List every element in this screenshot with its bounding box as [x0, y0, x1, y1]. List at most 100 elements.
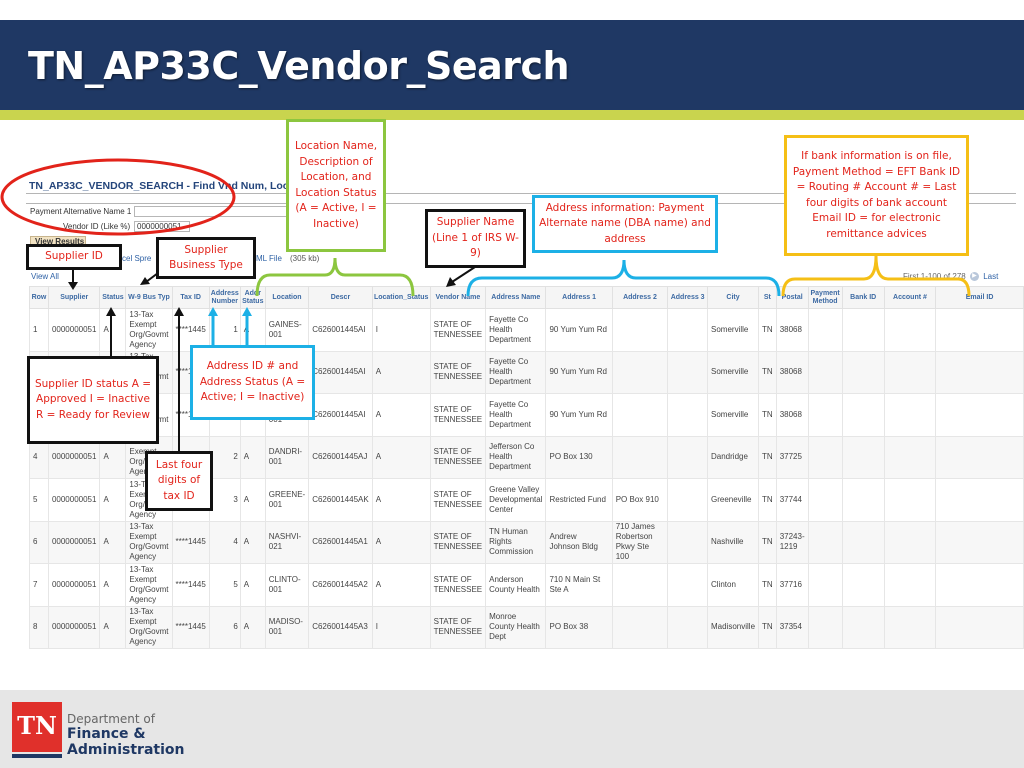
table-cell: PO Box 38 [545, 605, 613, 649]
table-cell [935, 393, 1024, 437]
next-page-icon[interactable]: ▶ [969, 272, 979, 282]
table-cell [935, 478, 1024, 522]
table-cell [841, 478, 885, 522]
table-cell [611, 435, 669, 479]
table-cell [935, 563, 1024, 607]
table-cell: STATE OF TENNESSEE [429, 308, 487, 352]
table-cell [807, 435, 843, 479]
column-header[interactable]: Account # [883, 286, 937, 309]
table-cell: 5 [29, 478, 49, 522]
table-cell [611, 350, 669, 394]
view-all-link[interactable]: View All [31, 272, 59, 281]
table-cell [935, 435, 1024, 479]
table-row[interactable]: 30000000051A13-Tax Exempt Org/Govmt Agen… [29, 393, 1024, 437]
table-cell: 0000000051 [47, 605, 101, 649]
column-header[interactable]: Address 3 [667, 286, 708, 309]
column-header[interactable]: Address Name [485, 286, 547, 309]
column-header[interactable]: Status [99, 286, 127, 309]
pagination-range: 1-100 of 278 [920, 272, 966, 281]
table-cell: STATE OF TENNESSEE [429, 478, 487, 522]
table-cell: 13-Tax Exempt Org/Govmt Agency [125, 605, 173, 649]
column-header[interactable]: Payment Method [807, 286, 843, 309]
table-cell: ****1445 [171, 563, 210, 607]
table-cell [807, 563, 843, 607]
column-header[interactable]: Descr [308, 286, 373, 309]
table-cell [667, 605, 708, 649]
table-cell [883, 350, 937, 394]
callout-address-info: Address information: Payment Alternate n… [532, 195, 718, 253]
column-header[interactable]: St [758, 286, 777, 309]
table-cell: TN [758, 605, 777, 649]
table-cell [807, 478, 843, 522]
download-xml-link[interactable]: ML File [256, 254, 282, 263]
column-header[interactable]: Tax ID [171, 286, 210, 309]
table-cell: STATE OF TENNESSEE [429, 563, 487, 607]
table-cell: 0000000051 [47, 478, 101, 522]
column-header[interactable]: Location [264, 286, 310, 309]
column-header[interactable]: Vendor Name [429, 286, 487, 309]
column-header[interactable]: Row [29, 286, 49, 309]
table-cell: 5 [208, 563, 241, 607]
vendor-id-label: Vendor ID (Like %) [63, 222, 131, 231]
table-cell [807, 350, 843, 394]
table-cell: Monroe County Health Dept [485, 605, 547, 649]
vendor-id-input[interactable] [134, 221, 190, 232]
table-cell: Fayette Co Health Department [485, 350, 547, 394]
column-header[interactable]: Supplier [47, 286, 101, 309]
table-row[interactable]: 20000000051A13-Tax Exempt Org/Govmt Agen… [29, 350, 1024, 394]
callout-supplier-status: Supplier ID status A = Approved I = Inac… [27, 356, 159, 444]
callout-tax-id: Last four digits of tax ID [145, 451, 213, 511]
column-header[interactable]: Address 1 [545, 286, 613, 309]
table-cell [807, 308, 843, 352]
table-cell: Restricted Fund [545, 478, 613, 522]
table-cell: TN Human Rights Commission [485, 520, 547, 564]
table-cell: I [371, 605, 431, 649]
table-cell: A [371, 350, 431, 394]
table-cell: Somerville [706, 350, 760, 394]
pagination-last[interactable]: Last [983, 272, 998, 281]
column-header[interactable]: Addr Status [239, 286, 266, 309]
column-header[interactable]: Bank ID [841, 286, 885, 309]
table-cell: Fayette Co Health Department [485, 393, 547, 437]
table-cell: 4 [208, 520, 241, 564]
table-cell [841, 435, 885, 479]
download-excel-link[interactable]: cel Spre [122, 254, 151, 263]
table-cell: Somerville [706, 393, 760, 437]
table-cell: A [371, 563, 431, 607]
table-cell [611, 308, 669, 352]
table-row[interactable]: 8 0000000051 A 13-Tax Exempt Org/Govmt Agen… [29, 605, 1024, 649]
table-row[interactable]: 1 0000000051 A 13-Tax Exempt Org/Govmt Agen… [29, 308, 1024, 352]
table-cell: C626001445AI [308, 308, 373, 352]
table-cell [935, 605, 1024, 649]
table-cell: STATE OF TENNESSEE [429, 520, 487, 564]
column-header[interactable]: Address Number [208, 286, 241, 309]
pagination-first[interactable]: First [903, 272, 919, 281]
column-header[interactable]: Email ID [935, 286, 1024, 309]
table-cell [883, 605, 937, 649]
table-cell: CLINTO-001 [264, 563, 310, 607]
table-cell: A [99, 520, 127, 564]
callout-location: Location Name, Description of Location, … [286, 119, 386, 252]
table-cell [667, 350, 708, 394]
table-cell: DANDRI-001 [264, 435, 310, 479]
table-cell [667, 308, 708, 352]
table-cell: 37243-1219 [775, 520, 809, 564]
table-cell: 7 [29, 563, 49, 607]
column-header[interactable]: City [706, 286, 760, 309]
table-row[interactable]: 6 0000000051 A 13-Tax Exempt Org/Govmt Agen… [29, 520, 1024, 564]
table-cell: 13-Tax Exempt Org/Govmt Agency [125, 563, 173, 607]
column-header[interactable]: Location_Status [371, 286, 431, 309]
table-cell [841, 520, 885, 564]
table-cell: C626001445AI [308, 393, 373, 437]
table-cell: ****1445 [171, 520, 210, 564]
column-header[interactable]: W-9 Bus Typ [125, 286, 173, 309]
column-header[interactable]: Postal [775, 286, 809, 309]
table-cell: Nashville [706, 520, 760, 564]
column-header[interactable]: Address 2 [611, 286, 669, 309]
callout-supplier-business-type: Supplier Business Type [156, 237, 256, 279]
table-cell [883, 563, 937, 607]
table-row[interactable]: 7 0000000051 A 13-Tax Exempt Org/Govmt Agen… [29, 563, 1024, 607]
payment-alt-name-input[interactable] [134, 206, 304, 217]
table-cell: TN [758, 435, 777, 479]
table-cell [935, 350, 1024, 394]
